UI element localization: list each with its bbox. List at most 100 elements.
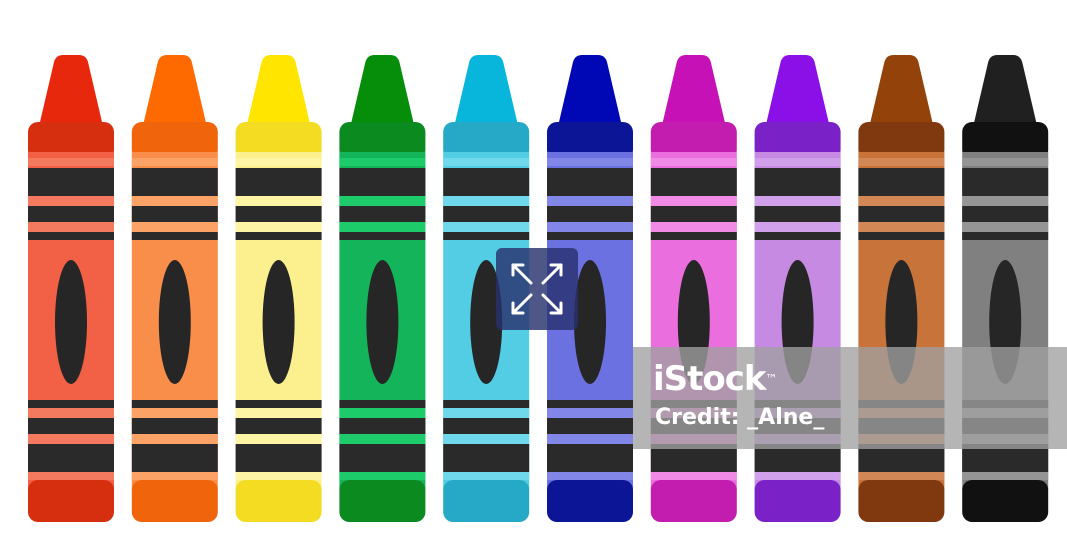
crayon-stripe — [339, 408, 426, 418]
crayon-label-oval — [262, 260, 295, 384]
crayon-stripe — [131, 472, 218, 480]
crayon-tip — [351, 55, 414, 122]
crayon-stripe — [858, 222, 945, 232]
crayon-stripe — [131, 168, 218, 196]
crayon-red — [28, 55, 114, 522]
crayon-tip — [766, 55, 829, 122]
crayon-stripe — [443, 434, 530, 444]
crayon-bottom-band — [131, 480, 218, 522]
crayon-stripe — [339, 158, 426, 166]
crayon-stripe — [547, 408, 633, 418]
crayon-stripe — [443, 206, 530, 222]
crayon-stripe — [962, 472, 1049, 480]
crayon-stripe — [754, 168, 841, 196]
crayon-stripe — [443, 222, 530, 232]
crayon-stripe — [547, 196, 633, 206]
crayon-stripe — [754, 222, 841, 232]
crayon-brown — [858, 55, 945, 522]
crayon-stripe — [754, 206, 841, 222]
crayon-stripe — [28, 444, 114, 472]
crayon-bottom-band — [443, 480, 530, 522]
crayon-stripe — [547, 168, 633, 196]
crayon-stripe — [339, 206, 426, 222]
crayon-stripe — [650, 472, 737, 480]
crayon-stripe — [235, 206, 322, 222]
crayon-stripe — [339, 222, 426, 232]
crayon-stripe — [962, 196, 1049, 206]
crayon-stripe — [28, 418, 114, 434]
crayon-stripe — [858, 472, 945, 480]
crayon-stripe — [28, 400, 114, 408]
crayon-stripe — [754, 472, 841, 480]
crayon-stripe — [547, 206, 633, 222]
crayon-stripe — [443, 196, 530, 206]
crayon-label-oval — [158, 260, 191, 384]
crayon-stripe — [650, 196, 737, 206]
crayon-stripe — [443, 472, 530, 480]
watermark-brand: iStock™ — [653, 359, 778, 399]
crayon-bottom-band — [858, 480, 945, 522]
crayon-stripe — [28, 168, 114, 196]
crayon-stripe — [235, 400, 322, 408]
crayon-stripe — [650, 222, 737, 232]
crayon-stripe — [235, 408, 322, 418]
crayon-tip — [870, 55, 933, 122]
expand-button[interactable] — [496, 248, 578, 330]
crayon-stripe — [547, 434, 633, 444]
crayon-stripe — [858, 232, 945, 240]
crayon-stripe — [339, 400, 426, 408]
crayon-label-oval — [574, 260, 606, 384]
crayon-stripe — [235, 196, 322, 206]
crayon-stripe — [235, 222, 322, 232]
crayon-stripe — [547, 418, 633, 434]
crayon-stripe — [443, 400, 530, 408]
crayon-stripe — [339, 434, 426, 444]
crayon-tip — [247, 55, 310, 122]
crayon-purple — [754, 55, 841, 522]
crayon-label-oval — [366, 260, 399, 384]
crayon-stripe — [235, 472, 322, 480]
crayon-tip — [662, 55, 725, 122]
crayon-stripe — [235, 168, 322, 196]
crayon-stripe — [443, 158, 530, 166]
crayon-stripe — [28, 158, 114, 166]
crayon-stripe — [443, 168, 530, 196]
crayon-stripe — [339, 472, 426, 480]
crayon-stripe — [650, 158, 737, 166]
crayon-stripe — [858, 206, 945, 222]
crayon-tip — [974, 55, 1037, 122]
crayon-stripe — [650, 206, 737, 222]
crayon-stripe — [650, 168, 737, 196]
crayon-bottom-band — [235, 480, 322, 522]
crayon-bottom-band — [754, 480, 841, 522]
crayon-stripe — [547, 158, 633, 166]
crayon-yellow — [235, 55, 322, 522]
crayon-bottom-band — [547, 480, 633, 522]
crayon-tip — [143, 55, 206, 122]
crayon-stripe — [443, 408, 530, 418]
crayon-stripe — [962, 206, 1049, 222]
crayon-stripe — [235, 418, 322, 434]
crayon-stripe — [547, 400, 633, 408]
image-viewer: iStock™ Credit: _Alne_ — [0, 0, 1067, 552]
crayon-black — [962, 55, 1049, 522]
crayon-stripe — [754, 158, 841, 166]
crayon-stripe — [28, 472, 114, 480]
crayon-label-oval — [55, 260, 87, 384]
crayon-magenta — [650, 55, 737, 522]
crayon-stripe — [131, 444, 218, 472]
crayon-stripe — [235, 434, 322, 444]
crayon-stripe — [339, 444, 426, 472]
crayon-stripe — [131, 196, 218, 206]
crayon-bottom-band — [962, 480, 1049, 522]
crayon-stripe — [28, 408, 114, 418]
crayon-stripe — [131, 232, 218, 240]
crayon-stripe — [339, 418, 426, 434]
crayon-stripe — [443, 418, 530, 434]
crayon-stripe — [858, 196, 945, 206]
crayon-stripe — [443, 444, 530, 472]
crayon-stripe — [547, 232, 633, 240]
crayon-stripe — [754, 196, 841, 206]
watermark-credit: Credit: _Alne_ — [655, 405, 825, 430]
crayon-tip — [559, 55, 621, 122]
